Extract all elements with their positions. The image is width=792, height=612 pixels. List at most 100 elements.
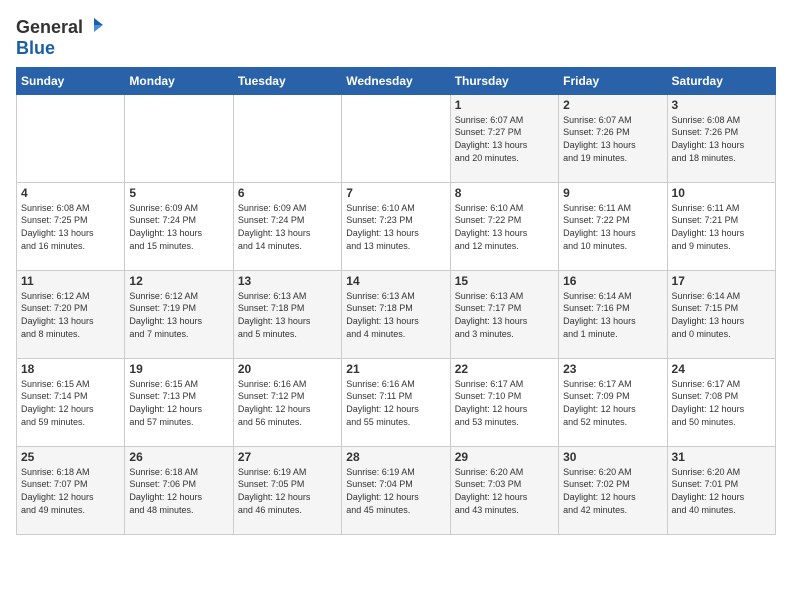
day-info: Sunrise: 6:10 AM Sunset: 7:22 PM Dayligh… xyxy=(455,202,554,252)
day-info: Sunrise: 6:14 AM Sunset: 7:16 PM Dayligh… xyxy=(563,290,662,340)
day-number: 25 xyxy=(21,450,120,464)
day-info: Sunrise: 6:15 AM Sunset: 7:13 PM Dayligh… xyxy=(129,378,228,428)
calendar-day-cell: 24 Sunrise: 6:17 AM Sunset: 7:08 PM Dayli… xyxy=(667,358,775,446)
day-info: Sunrise: 6:17 AM Sunset: 7:10 PM Dayligh… xyxy=(455,378,554,428)
day-info: Sunrise: 6:18 AM Sunset: 7:06 PM Dayligh… xyxy=(129,466,228,516)
calendar-day-cell: 14 Sunrise: 6:13 AM Sunset: 7:18 PM Dayli… xyxy=(342,270,450,358)
day-number: 12 xyxy=(129,274,228,288)
calendar-day-cell: 19 Sunrise: 6:15 AM Sunset: 7:13 PM Dayli… xyxy=(125,358,233,446)
day-number: 4 xyxy=(21,186,120,200)
day-number: 26 xyxy=(129,450,228,464)
logo-general-text: General xyxy=(16,18,83,38)
day-info: Sunrise: 6:14 AM Sunset: 7:15 PM Dayligh… xyxy=(672,290,771,340)
day-number: 27 xyxy=(238,450,337,464)
calendar-day-cell: 7 Sunrise: 6:10 AM Sunset: 7:23 PM Daylig… xyxy=(342,182,450,270)
day-info: Sunrise: 6:13 AM Sunset: 7:18 PM Dayligh… xyxy=(238,290,337,340)
day-info: Sunrise: 6:17 AM Sunset: 7:09 PM Dayligh… xyxy=(563,378,662,428)
calendar-day-cell: 15Sunrise: 6:13 AM Sunset: 7:17 PM Dayli… xyxy=(450,270,558,358)
day-number: 24 xyxy=(672,362,771,376)
calendar-day-cell: 31Sunrise: 6:20 AM Sunset: 7:01 PM Dayli… xyxy=(667,446,775,534)
day-info: Sunrise: 6:16 AM Sunset: 7:12 PM Dayligh… xyxy=(238,378,337,428)
day-info: Sunrise: 6:16 AM Sunset: 7:11 PM Dayligh… xyxy=(346,378,445,428)
calendar-day-cell: 10Sunrise: 6:11 AM Sunset: 7:21 PM Dayli… xyxy=(667,182,775,270)
calendar-day-cell: 2 Sunrise: 6:07 AM Sunset: 7:26 PM Daylig… xyxy=(559,94,667,182)
day-info: Sunrise: 6:10 AM Sunset: 7:23 PM Dayligh… xyxy=(346,202,445,252)
calendar-day-cell: 27 Sunrise: 6:19 AM Sunset: 7:05 PM Dayli… xyxy=(233,446,341,534)
calendar-week-row: 18 Sunrise: 6:15 AM Sunset: 7:14 PM Dayli… xyxy=(17,358,776,446)
calendar-header-row: SundayMondayTuesdayWednesdayThursdayFrid… xyxy=(17,67,776,94)
day-number: 1 xyxy=(455,98,554,112)
day-info: Sunrise: 6:09 AM Sunset: 7:24 PM Dayligh… xyxy=(238,202,337,252)
day-info: Sunrise: 6:07 AM Sunset: 7:27 PM Dayligh… xyxy=(455,114,554,164)
day-info: Sunrise: 6:11 AM Sunset: 7:22 PM Dayligh… xyxy=(563,202,662,252)
day-number: 17 xyxy=(672,274,771,288)
logo-blue-text: Blue xyxy=(16,39,55,59)
day-number: 29 xyxy=(455,450,554,464)
day-number: 7 xyxy=(346,186,445,200)
day-number: 28 xyxy=(346,450,445,464)
day-number: 21 xyxy=(346,362,445,376)
calendar-week-row: 11 Sunrise: 6:12 AM Sunset: 7:20 PM Dayli… xyxy=(17,270,776,358)
calendar-day-cell: 11 Sunrise: 6:12 AM Sunset: 7:20 PM Dayli… xyxy=(17,270,125,358)
calendar-day-cell: 9 Sunrise: 6:11 AM Sunset: 7:22 PM Daylig… xyxy=(559,182,667,270)
day-info: Sunrise: 6:19 AM Sunset: 7:05 PM Dayligh… xyxy=(238,466,337,516)
logo-bird-icon xyxy=(85,16,103,34)
day-info: Sunrise: 6:07 AM Sunset: 7:26 PM Dayligh… xyxy=(563,114,662,164)
day-of-week-header: Friday xyxy=(559,67,667,94)
calendar-day-cell: 16 Sunrise: 6:14 AM Sunset: 7:16 PM Dayli… xyxy=(559,270,667,358)
day-number: 5 xyxy=(129,186,228,200)
day-number: 14 xyxy=(346,274,445,288)
calendar-day-cell: 30 Sunrise: 6:20 AM Sunset: 7:02 PM Dayli… xyxy=(559,446,667,534)
day-info: Sunrise: 6:13 AM Sunset: 7:18 PM Dayligh… xyxy=(346,290,445,340)
calendar-day-cell: 29 Sunrise: 6:20 AM Sunset: 7:03 PM Dayli… xyxy=(450,446,558,534)
day-info: Sunrise: 6:11 AM Sunset: 7:21 PM Dayligh… xyxy=(672,202,771,252)
calendar-day-cell: 21 Sunrise: 6:16 AM Sunset: 7:11 PM Dayli… xyxy=(342,358,450,446)
calendar-day-cell: 8 Sunrise: 6:10 AM Sunset: 7:22 PM Daylig… xyxy=(450,182,558,270)
day-of-week-header: Tuesday xyxy=(233,67,341,94)
day-number: 13 xyxy=(238,274,337,288)
day-of-week-header: Saturday xyxy=(667,67,775,94)
day-number: 6 xyxy=(238,186,337,200)
day-info: Sunrise: 6:17 AM Sunset: 7:08 PM Dayligh… xyxy=(672,378,771,428)
calendar-day-cell: 4 Sunrise: 6:08 AM Sunset: 7:25 PM Daylig… xyxy=(17,182,125,270)
calendar-week-row: 1 Sunrise: 6:07 AM Sunset: 7:27 PM Daylig… xyxy=(17,94,776,182)
day-number: 3 xyxy=(672,98,771,112)
calendar-day-cell: 17 Sunrise: 6:14 AM Sunset: 7:15 PM Dayli… xyxy=(667,270,775,358)
calendar-day-cell: 25 Sunrise: 6:18 AM Sunset: 7:07 PM Dayli… xyxy=(17,446,125,534)
day-number: 23 xyxy=(563,362,662,376)
day-info: Sunrise: 6:08 AM Sunset: 7:26 PM Dayligh… xyxy=(672,114,771,164)
day-info: Sunrise: 6:20 AM Sunset: 7:01 PM Dayligh… xyxy=(672,466,771,516)
day-info: Sunrise: 6:12 AM Sunset: 7:20 PM Dayligh… xyxy=(21,290,120,340)
day-number: 2 xyxy=(563,98,662,112)
day-info: Sunrise: 6:18 AM Sunset: 7:07 PM Dayligh… xyxy=(21,466,120,516)
day-of-week-header: Monday xyxy=(125,67,233,94)
day-number: 19 xyxy=(129,362,228,376)
day-of-week-header: Sunday xyxy=(17,67,125,94)
day-info: Sunrise: 6:15 AM Sunset: 7:14 PM Dayligh… xyxy=(21,378,120,428)
calendar-day-cell xyxy=(342,94,450,182)
day-info: Sunrise: 6:08 AM Sunset: 7:25 PM Dayligh… xyxy=(21,202,120,252)
day-number: 30 xyxy=(563,450,662,464)
day-info: Sunrise: 6:13 AM Sunset: 7:17 PM Dayligh… xyxy=(455,290,554,340)
calendar-day-cell: 13 Sunrise: 6:13 AM Sunset: 7:18 PM Dayli… xyxy=(233,270,341,358)
calendar-week-row: 25 Sunrise: 6:18 AM Sunset: 7:07 PM Dayli… xyxy=(17,446,776,534)
day-info: Sunrise: 6:19 AM Sunset: 7:04 PM Dayligh… xyxy=(346,466,445,516)
calendar-day-cell: 26 Sunrise: 6:18 AM Sunset: 7:06 PM Dayli… xyxy=(125,446,233,534)
day-number: 16 xyxy=(563,274,662,288)
calendar-day-cell: 1 Sunrise: 6:07 AM Sunset: 7:27 PM Daylig… xyxy=(450,94,558,182)
day-info: Sunrise: 6:20 AM Sunset: 7:02 PM Dayligh… xyxy=(563,466,662,516)
day-number: 11 xyxy=(21,274,120,288)
calendar-day-cell: 18 Sunrise: 6:15 AM Sunset: 7:14 PM Dayli… xyxy=(17,358,125,446)
logo: General Blue xyxy=(16,16,103,59)
day-number: 8 xyxy=(455,186,554,200)
calendar-day-cell: 23 Sunrise: 6:17 AM Sunset: 7:09 PM Dayli… xyxy=(559,358,667,446)
day-number: 20 xyxy=(238,362,337,376)
calendar-day-cell xyxy=(125,94,233,182)
day-number: 9 xyxy=(563,186,662,200)
calendar-day-cell xyxy=(17,94,125,182)
day-of-week-header: Wednesday xyxy=(342,67,450,94)
day-number: 18 xyxy=(21,362,120,376)
day-info: Sunrise: 6:20 AM Sunset: 7:03 PM Dayligh… xyxy=(455,466,554,516)
calendar-table: SundayMondayTuesdayWednesdayThursdayFrid… xyxy=(16,67,776,535)
day-of-week-header: Thursday xyxy=(450,67,558,94)
